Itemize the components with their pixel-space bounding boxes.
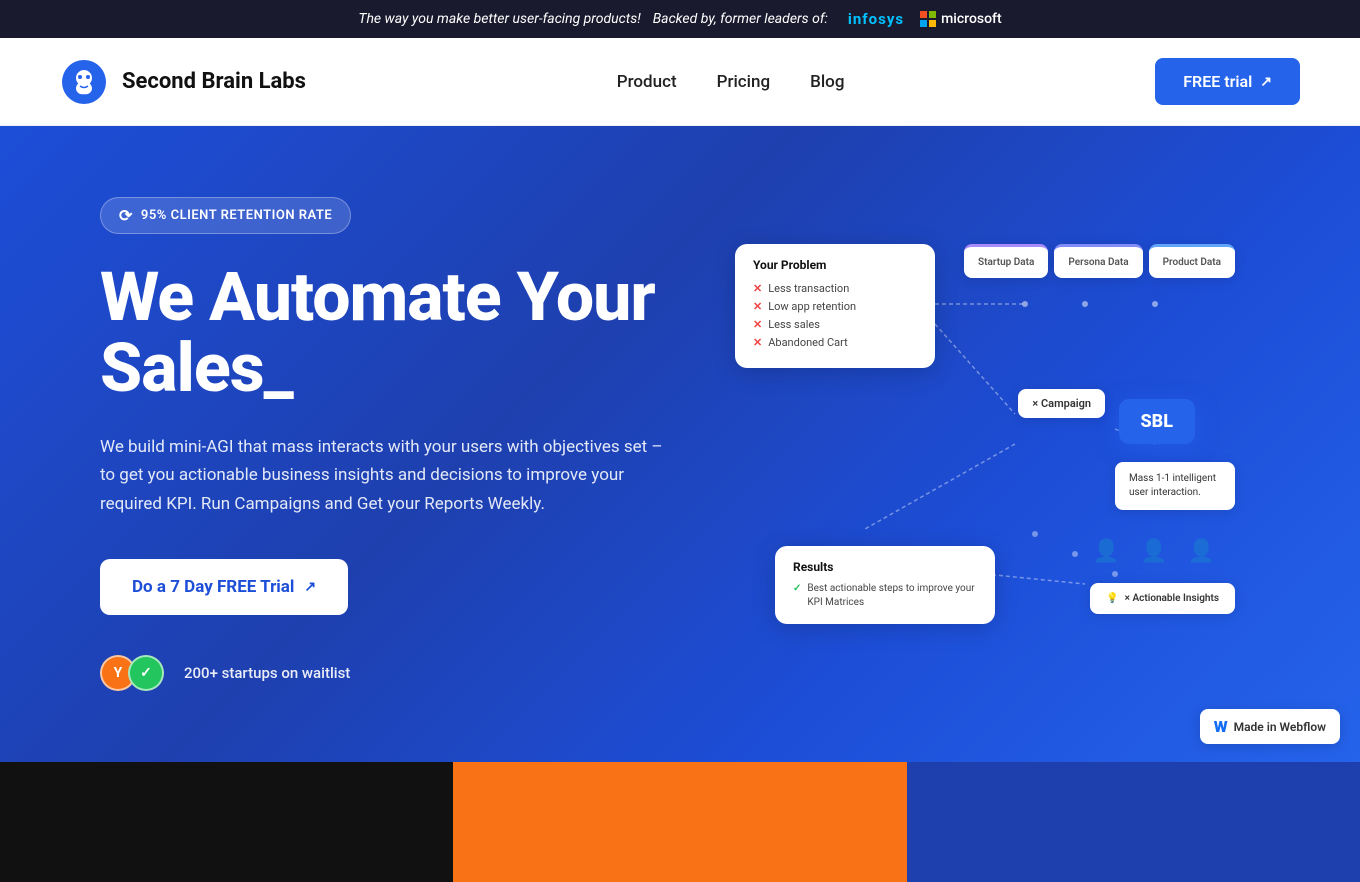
- problem-item-4: ✕ Abandoned Cart: [753, 336, 917, 349]
- nav-cta-label: FREE trial: [1183, 72, 1252, 91]
- hero-title: We Automate Your Sales_: [100, 262, 690, 405]
- webflow-icon: W: [1214, 717, 1228, 736]
- product-data-label: Product Data: [1163, 257, 1221, 268]
- nav-cta-button[interactable]: FREE trial ↗: [1155, 58, 1300, 105]
- insights-label: × Actionable Insights: [1125, 593, 1219, 604]
- announcement-bar: The way you make better user-facing prod…: [0, 0, 1360, 38]
- hero-left: ⟳ 95% CLIENT RETENTION RATE We Automate …: [100, 186, 690, 702]
- nav-link-pricing[interactable]: Pricing: [717, 72, 771, 92]
- infosys-logo: infosys: [848, 10, 904, 28]
- problem-item-2: ✕ Low app retention: [753, 300, 917, 313]
- startup-data-card: Startup Data: [964, 244, 1048, 278]
- hero-section: ⟳ 95% CLIENT RETENTION RATE We Automate …: [0, 126, 1360, 762]
- waitlist-avatars: Y ✓: [100, 655, 156, 691]
- hero-cta-arrow-icon: ↗: [304, 579, 316, 595]
- hero-title-line2: Sales_: [100, 328, 293, 408]
- bulb-icon: 💡: [1106, 593, 1118, 604]
- brand-logos: infosys microsoft: [848, 10, 1002, 28]
- x-mark-icon-3: ✕: [753, 318, 762, 331]
- problem-card-title: Your Problem: [753, 258, 917, 272]
- nav-brand-name: Second Brain Labs: [122, 69, 306, 94]
- announcement-text-italic: Backed by, former leaders of:: [653, 11, 828, 27]
- campaign-label: × Campaign: [1032, 397, 1091, 410]
- problem-item-3-text: Less sales: [768, 318, 820, 331]
- nav-cta-arrow-icon: ↗: [1260, 74, 1272, 90]
- retention-icon: ⟳: [119, 206, 133, 225]
- data-cards: Startup Data Persona Data Product Data: [964, 244, 1235, 278]
- person-icon-1: 👤: [1093, 539, 1120, 564]
- insights-card: 💡 × Actionable Insights: [1090, 583, 1235, 614]
- sbl-card: SBL: [1119, 399, 1195, 444]
- person-icon-2: 👤: [1140, 539, 1167, 564]
- startup-data-label: Startup Data: [978, 257, 1034, 268]
- bottom-cards: [0, 762, 1360, 882]
- x-mark-icon-4: ✕: [753, 336, 762, 349]
- sbl-label: SBL: [1141, 411, 1173, 432]
- nav-link-product[interactable]: Product: [617, 72, 677, 92]
- nav-links: Product Pricing Blog: [617, 72, 845, 92]
- hero-cta-label: Do a 7 Day FREE Trial: [132, 577, 294, 597]
- waitlist-section: Y ✓ 200+ startups on waitlist: [100, 655, 690, 691]
- bottom-card-blue: [907, 762, 1360, 882]
- problem-item-2-text: Low app retention: [768, 300, 856, 313]
- webflow-label: Made in Webflow: [1234, 720, 1326, 734]
- problem-item-1: ✕ Less transaction: [753, 282, 917, 295]
- person-icons: 👤 👤 👤: [1093, 539, 1215, 564]
- problem-item-4-text: Abandoned Cart: [768, 336, 847, 349]
- hero-cta-button[interactable]: Do a 7 Day FREE Trial ↗: [100, 559, 348, 615]
- product-data-card: Product Data: [1149, 244, 1235, 278]
- microsoft-grid-icon: [920, 11, 936, 27]
- microsoft-logo: microsoft: [920, 11, 1002, 27]
- persona-data-card: Persona Data: [1054, 244, 1142, 278]
- problem-item-3: ✕ Less sales: [753, 318, 917, 331]
- retention-badge-text: 95% CLIENT RETENTION RATE: [141, 208, 332, 223]
- bottom-card-dark: [0, 762, 453, 882]
- results-text: Best actionable steps to improve your KP…: [807, 582, 977, 610]
- problem-item-1-text: Less transaction: [768, 282, 849, 295]
- diagram-container: Your Problem ✕ Less transaction ✕ Low ap…: [735, 244, 1235, 644]
- check-mark-icon: ✓: [793, 582, 801, 596]
- person-icon-3: 👤: [1188, 539, 1215, 564]
- announcement-text-prefix: The way you make better user-facing prod…: [358, 11, 640, 27]
- mass-label: Mass 1-1 intelligent user interaction.: [1129, 473, 1216, 498]
- problem-card: Your Problem ✕ Less transaction ✕ Low ap…: [735, 244, 935, 368]
- results-item: ✓ Best actionable steps to improve your …: [793, 582, 977, 610]
- hero-subtitle: We build mini-AGI that mass interacts wi…: [100, 433, 680, 520]
- avatar-2: ✓: [128, 655, 164, 691]
- brain-icon: [60, 58, 108, 106]
- campaign-card: × Campaign: [1018, 389, 1105, 418]
- webflow-badge: W Made in Webflow: [1200, 709, 1340, 744]
- navbar: Second Brain Labs Product Pricing Blog F…: [0, 38, 1360, 126]
- hero-title-line1: We Automate Your: [100, 257, 655, 337]
- hero-right: Your Problem ✕ Less transaction ✕ Low ap…: [690, 186, 1280, 702]
- x-mark-icon: ✕: [753, 282, 762, 295]
- persona-data-label: Persona Data: [1068, 257, 1128, 268]
- bottom-card-orange: [453, 762, 906, 882]
- mass-card: Mass 1-1 intelligent user interaction.: [1115, 462, 1235, 510]
- results-title: Results: [793, 560, 977, 574]
- nav-link-blog[interactable]: Blog: [810, 72, 844, 92]
- retention-badge: ⟳ 95% CLIENT RETENTION RATE: [100, 197, 351, 234]
- x-mark-icon-2: ✕: [753, 300, 762, 313]
- microsoft-label: microsoft: [941, 11, 1002, 27]
- waitlist-text: 200+ startups on waitlist: [184, 664, 350, 682]
- nav-logo-link[interactable]: Second Brain Labs: [60, 58, 306, 106]
- results-card: Results ✓ Best actionable steps to impro…: [775, 546, 995, 624]
